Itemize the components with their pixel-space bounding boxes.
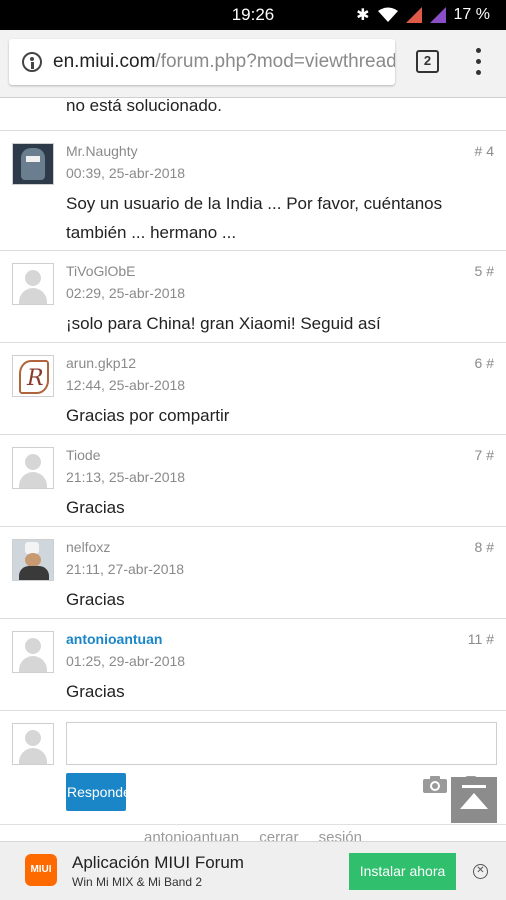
post-number[interactable]: 5 # — [475, 263, 494, 279]
post-number[interactable]: 8 # — [475, 539, 494, 555]
avatar — [12, 723, 54, 765]
previous-post-tail: no está solucionado. — [0, 98, 506, 131]
post-content: Gracias — [66, 498, 125, 517]
post-content: Gracias — [66, 590, 125, 609]
url-text[interactable]: en.miui.com/forum.php?mod=viewthread — [53, 51, 395, 73]
overflow-menu-icon[interactable] — [468, 48, 488, 76]
post-number[interactable]: 6 # — [475, 355, 494, 371]
install-button[interactable]: Instalar ahora — [349, 853, 456, 890]
post-author[interactable]: Tiode — [66, 447, 101, 463]
post-date: 21:13, 25-abr-2018 — [66, 469, 186, 485]
post-date: 00:39, 25-abr-2018 — [66, 165, 186, 181]
reply-button[interactable]: Responder — [66, 773, 126, 811]
post: TiVoGlObE 02:29, 25-abr-2018 5 # ¡solo p… — [0, 251, 506, 343]
post-date: 12:44, 25-abr-2018 — [66, 377, 186, 393]
post-author[interactable]: antonioantuan — [66, 631, 162, 647]
address-bar[interactable]: en.miui.com/forum.php?mod=viewthread — [9, 39, 395, 85]
miui-logo: MIUI — [25, 854, 57, 886]
close-icon[interactable]: ✕ — [473, 864, 488, 879]
footer-username-link[interactable]: antonioantuan — [144, 829, 239, 841]
banner-subtitle: Win Mi MIX & Mi Band 2 — [72, 875, 203, 889]
post-date: 01:25, 29-abr-2018 — [66, 653, 186, 669]
post-author[interactable]: nelfoxz — [66, 539, 110, 555]
url-domain: en.miui.com — [53, 51, 156, 72]
browser-toolbar: en.miui.com/forum.php?mod=viewthread 2 — [0, 30, 506, 98]
post-content: Gracias por compartir — [66, 406, 230, 425]
post-content: Gracias — [66, 682, 125, 701]
bluetooth-icon: ✱ — [356, 7, 370, 24]
post-author[interactable]: arun.gkp12 — [66, 355, 136, 371]
tab-switcher-button[interactable]: 2 — [416, 50, 439, 73]
camera-icon[interactable] — [423, 775, 447, 793]
post-date: 02:29, 25-abr-2018 — [66, 285, 186, 301]
divider — [0, 824, 506, 825]
post-author[interactable]: TiVoGlObE — [66, 263, 136, 279]
battery-level: 17 % — [453, 6, 490, 23]
post: Tiode 21:13, 25-abr-2018 7 # Gracias — [0, 435, 506, 527]
avatar[interactable] — [12, 447, 54, 489]
footer-logout-link[interactable]: cerrar — [259, 829, 298, 841]
post-number[interactable]: 7 # — [475, 447, 494, 463]
banner-title: Aplicación MIUI Forum — [72, 853, 244, 872]
avatar[interactable]: R — [12, 355, 54, 397]
info-icon[interactable] — [22, 52, 42, 72]
post: R arun.gkp12 12:44, 25-abr-2018 6 # Grac… — [0, 343, 506, 435]
post-author[interactable]: Mr.Naughty — [66, 143, 138, 159]
wifi-icon — [377, 7, 398, 22]
avatar[interactable] — [12, 263, 54, 305]
status-bar: 19:26 ✱ 17 % — [0, 0, 506, 30]
status-icons: ✱ 17 % — [356, 5, 490, 25]
post: nelfoxz 21:11, 27-abr-2018 8 # Gracias — [0, 527, 506, 619]
post-number[interactable]: # 4 — [475, 143, 494, 159]
post-number[interactable]: 11 # — [468, 631, 494, 647]
signal-icon — [405, 7, 422, 23]
footer-links: antonioantuan cerrar sesión — [0, 827, 506, 841]
footer-logout-link-2[interactable]: sesión — [319, 829, 362, 841]
thread-posts: no está solucionado. Mr.Naughty 00:39, 2… — [0, 98, 506, 711]
post-date: 21:11, 27-abr-2018 — [66, 561, 185, 577]
url-path: /forum.php?mod=viewthread — [155, 51, 395, 72]
avatar[interactable] — [12, 539, 54, 581]
reply-form: Responder — [0, 711, 506, 825]
scroll-to-top-button[interactable] — [451, 777, 497, 823]
post-content: ¡solo para China! gran Xiaomi! Seguid as… — [66, 314, 381, 333]
post: antonioantuan 01:25, 29-abr-2018 11 # Gr… — [0, 619, 506, 711]
post: Mr.Naughty 00:39, 25-abr-2018 # 4 Soy un… — [0, 131, 506, 251]
reply-input[interactable] — [66, 722, 497, 765]
signal-icon-2 — [429, 7, 446, 23]
post-content: Soy un usuario de la India ... Por favor… — [66, 194, 443, 242]
avatar[interactable] — [12, 631, 54, 673]
app-install-banner: MIUI Aplicación MIUI Forum Win Mi MIX & … — [0, 841, 506, 900]
avatar[interactable] — [12, 143, 54, 185]
